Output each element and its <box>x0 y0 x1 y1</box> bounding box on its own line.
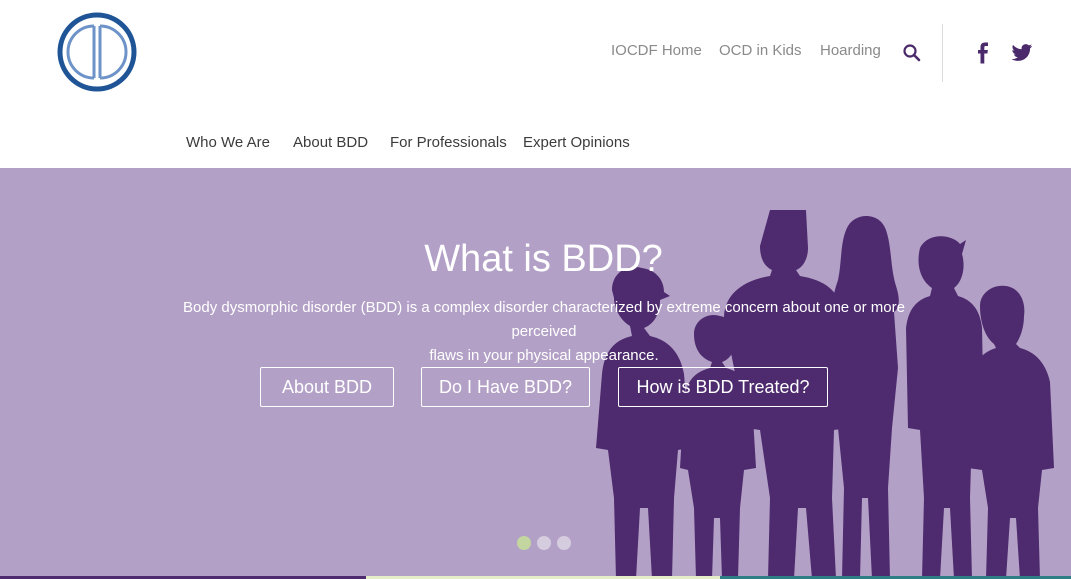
header-divider <box>942 24 943 82</box>
nav-hoarding[interactable]: Hoarding <box>820 42 881 59</box>
about-bdd-button[interactable]: About BDD <box>260 367 394 407</box>
nav-about-bdd[interactable]: About BDD <box>293 134 368 151</box>
nav-iocdf-home[interactable]: IOCDF Home <box>611 42 702 59</box>
hero-description-line2: flaws in your physical appearance. <box>429 347 659 364</box>
do-i-have-bdd-button[interactable]: Do I Have BDD? <box>421 367 590 407</box>
hero-banner: What is BDD? Body dysmorphic disorder (B… <box>0 168 1071 579</box>
slide-dot-3[interactable] <box>557 536 571 550</box>
search-icon[interactable] <box>902 43 922 63</box>
nav-expert-opinions[interactable]: Expert Opinions <box>523 134 630 151</box>
nav-for-professionals[interactable]: For Professionals <box>390 134 507 151</box>
hero-description-line1: Body dysmorphic disorder (BDD) is a comp… <box>183 299 905 340</box>
hero-title: What is BDD? <box>424 238 663 280</box>
site-header: IOCDF Home OCD in Kids Hoarding Who We A… <box>0 0 1071 168</box>
nav-who-we-are[interactable]: Who We Are <box>186 134 270 151</box>
slide-dot-1[interactable] <box>517 536 531 550</box>
twitter-icon[interactable] <box>1011 43 1033 63</box>
slide-dot-2[interactable] <box>537 536 551 550</box>
facebook-icon[interactable] <box>975 42 991 64</box>
nav-ocd-in-kids[interactable]: OCD in Kids <box>719 42 802 59</box>
hero-description: Body dysmorphic disorder (BDD) is a comp… <box>155 296 933 368</box>
how-is-bdd-treated-button[interactable]: How is BDD Treated? <box>618 367 828 407</box>
